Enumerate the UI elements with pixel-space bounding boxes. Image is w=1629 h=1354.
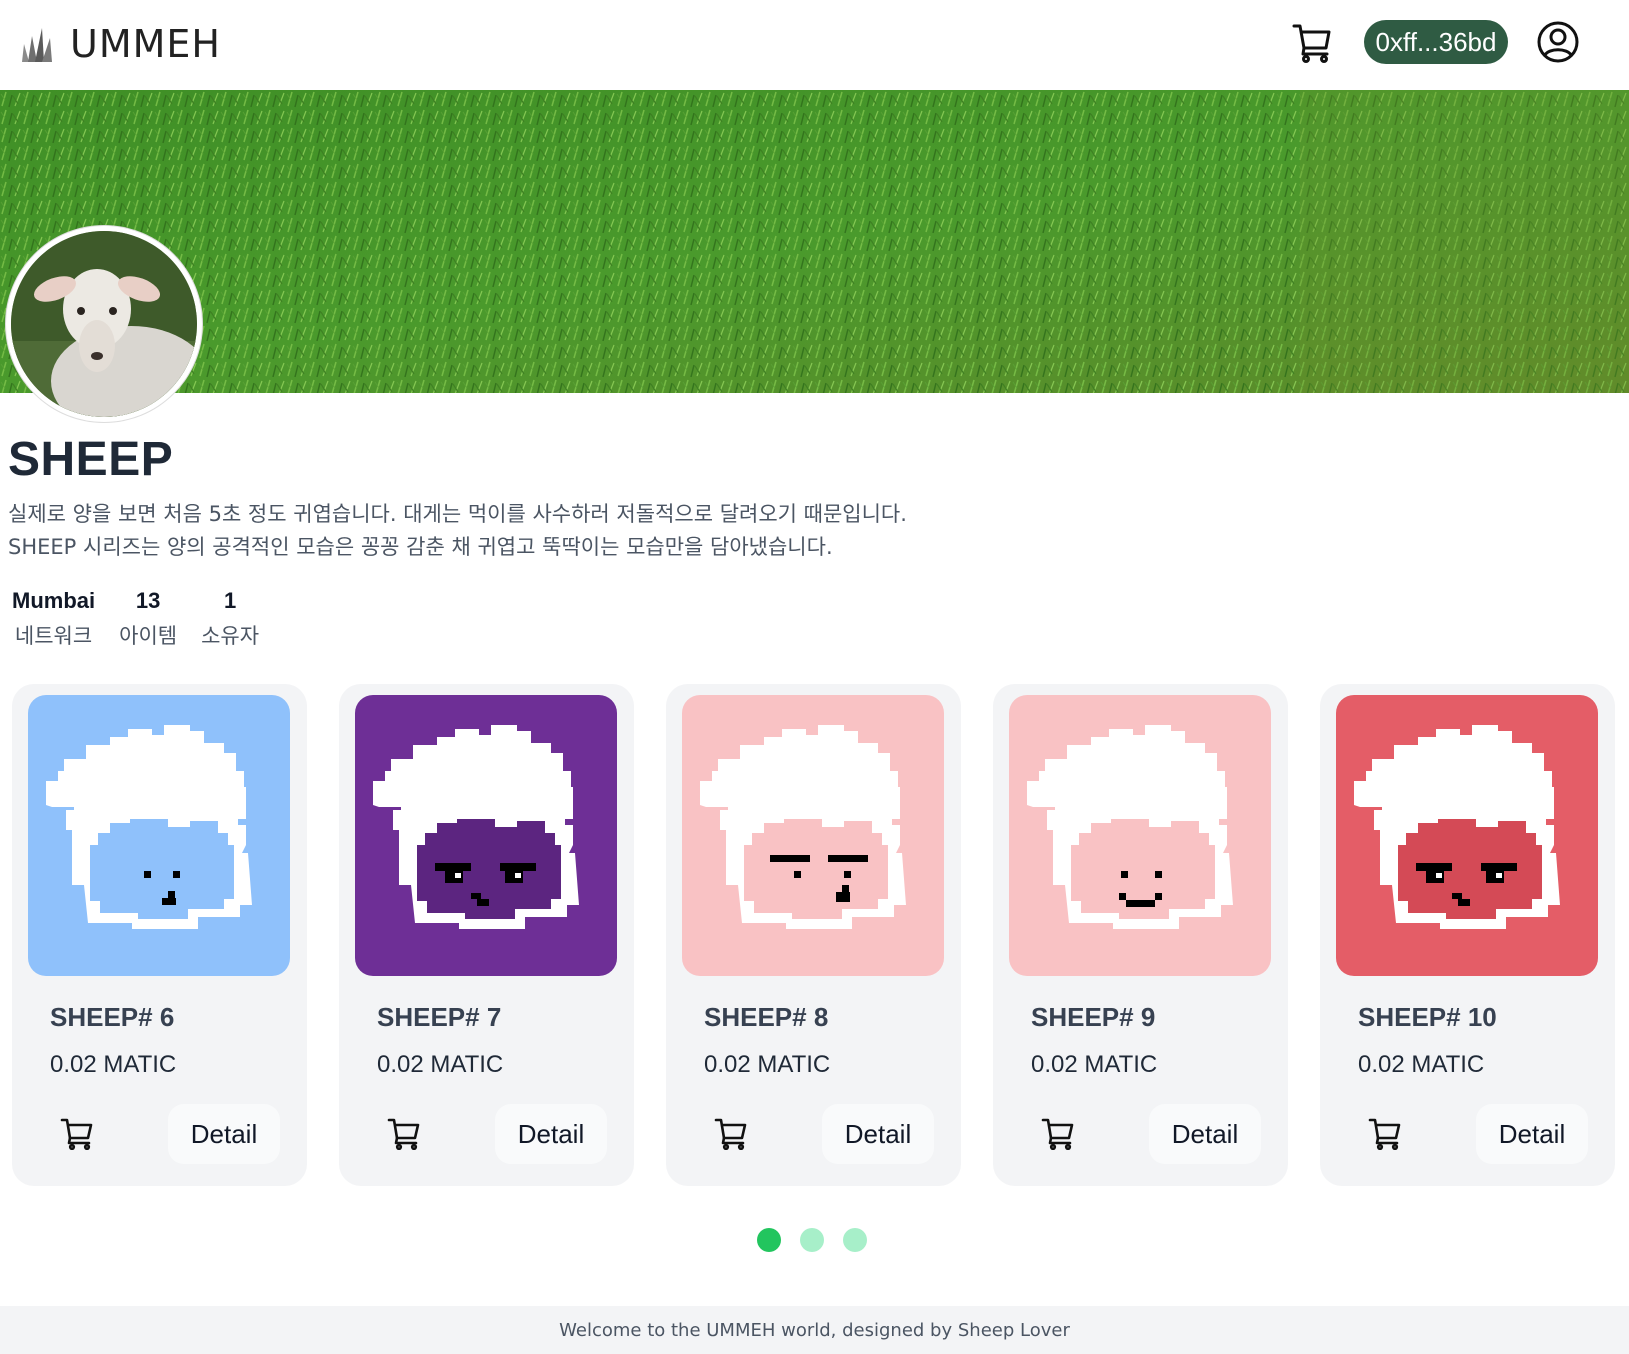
add-to-cart-icon[interactable] <box>1368 1116 1402 1150</box>
add-to-cart-icon[interactable] <box>387 1116 421 1150</box>
nft-price: 0.02 MATIC <box>50 1051 177 1078</box>
collection-stats: Mumbai 네트워크 13 아이템 1 소유자 <box>12 588 283 650</box>
nft-price: 0.02 MATIC <box>1031 1051 1158 1078</box>
stat-label: 소유자 <box>201 624 260 648</box>
nft-sheep-image[interactable] <box>355 695 617 976</box>
nft-card-carousel: SHEEP# 6 0.02 MATIC Detail SHEEP# 7 0.02 MA… <box>12 684 1617 1186</box>
detail-button[interactable]: Detail <box>1476 1104 1588 1164</box>
grass-logo-icon <box>22 28 52 62</box>
footer: Welcome to the UMMEH world, designed by … <box>0 1306 1629 1354</box>
collection-banner <box>0 90 1629 393</box>
add-to-cart-icon[interactable] <box>60 1116 94 1150</box>
stat-items: 13 아이템 <box>119 588 177 650</box>
nft-name: SHEEP# 7 <box>377 1002 502 1032</box>
stat-owners: 1 소유자 <box>201 588 259 650</box>
collection-title: SHEEP <box>8 433 174 486</box>
nft-card[interactable]: SHEEP# 6 0.02 MATIC Detail <box>12 684 307 1186</box>
stat-value: Mumbai <box>12 588 96 613</box>
stat-label: 아이템 <box>119 624 178 648</box>
nft-price: 0.02 MATIC <box>377 1051 504 1078</box>
top-navbar: UMMEH 0xff...36bd <box>0 0 1629 90</box>
stat-value: 13 <box>135 588 161 613</box>
detail-button[interactable]: Detail <box>168 1104 280 1164</box>
nft-name: SHEEP# 6 <box>50 1002 175 1032</box>
nft-sheep-image[interactable] <box>1336 695 1598 976</box>
detail-button[interactable]: Detail <box>822 1104 934 1164</box>
detail-button[interactable]: Detail <box>495 1104 607 1164</box>
grass-banner-image <box>0 90 1629 393</box>
nft-card[interactable]: SHEEP# 10 0.02 MATIC Detail <box>1320 684 1615 1186</box>
collection-avatar <box>6 226 202 422</box>
nft-name: SHEEP# 9 <box>1031 1002 1156 1032</box>
logo[interactable]: UMMEH <box>20 22 221 66</box>
wallet-address-button[interactable]: 0xff...36bd <box>1364 20 1508 64</box>
nft-price: 0.02 MATIC <box>704 1051 831 1078</box>
add-to-cart-icon[interactable] <box>1041 1116 1075 1150</box>
cart-icon[interactable] <box>1292 20 1332 64</box>
carousel-pagination <box>757 1228 886 1252</box>
nft-name: SHEEP# 8 <box>704 1002 829 1032</box>
collection-description: 실제로 양을 보면 처음 5초 정도 귀엽습니다. 대게는 먹이를 사수하러 저… <box>8 498 907 564</box>
nft-sheep-image[interactable] <box>682 695 944 976</box>
logo-text: UMMEH <box>70 22 221 66</box>
nft-name: SHEEP# 10 <box>1358 1002 1497 1032</box>
nft-card[interactable]: SHEEP# 9 0.02 MATIC Detail <box>993 684 1288 1186</box>
account-icon[interactable] <box>1536 20 1580 64</box>
pagination-dot[interactable] <box>757 1228 781 1252</box>
sheep-avatar-image <box>11 231 197 417</box>
description-line-2: SHEEP 시리즈는 양의 공격적인 모습은 꽁꽁 감춘 채 귀엽고 뚝딱이는 … <box>8 535 833 559</box>
nft-card[interactable]: SHEEP# 8 0.02 MATIC Detail <box>666 684 961 1186</box>
footer-text: Welcome to the UMMEH world, designed by … <box>559 1319 1070 1341</box>
description-line-1: 실제로 양을 보면 처음 5초 정도 귀엽습니다. 대게는 먹이를 사수하러 저… <box>8 502 907 526</box>
stat-label: 네트워크 <box>14 624 93 648</box>
nft-sheep-image[interactable] <box>1009 695 1271 976</box>
nft-price: 0.02 MATIC <box>1358 1051 1485 1078</box>
pagination-dot[interactable] <box>800 1228 824 1252</box>
pagination-dot[interactable] <box>843 1228 867 1252</box>
add-to-cart-icon[interactable] <box>714 1116 748 1150</box>
stat-value: 1 <box>223 588 237 613</box>
nft-card[interactable]: SHEEP# 7 0.02 MATIC Detail <box>339 684 634 1186</box>
detail-button[interactable]: Detail <box>1149 1104 1261 1164</box>
nft-sheep-image[interactable] <box>28 695 290 976</box>
stat-network: Mumbai 네트워크 <box>12 588 95 650</box>
